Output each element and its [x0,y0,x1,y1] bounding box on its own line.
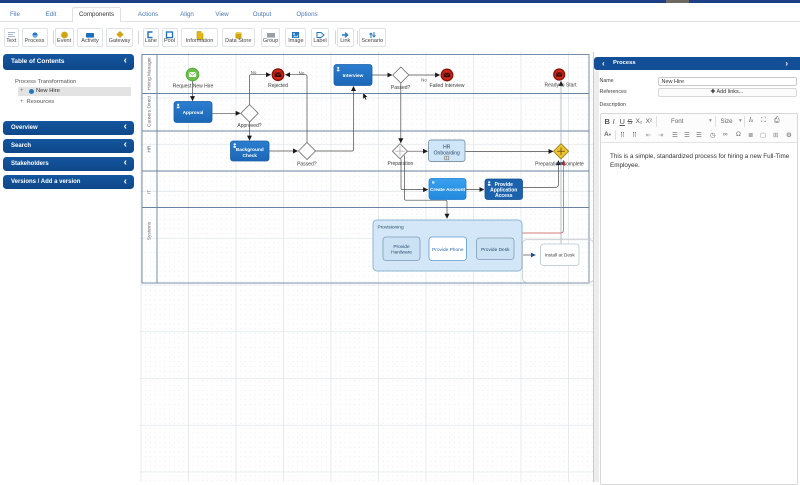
svg-text:Background: Background [236,147,264,153]
svg-text:Rejected: Rejected [268,83,288,89]
svg-text:Failed Interview: Failed Interview [429,83,464,89]
svg-text:No: No [421,78,427,83]
svg-text:HR: HR [147,145,153,152]
svg-text:Hiring Manager: Hiring Manager [147,57,153,90]
svg-text:Systems: Systems [147,221,153,240]
svg-text:Approved?: Approved? [237,123,261,129]
svg-text:Provide: Provide [393,244,410,250]
svg-text:No: No [251,70,257,75]
svg-text:Passed?: Passed? [391,85,411,91]
svg-text:Preparation: Preparation [387,161,413,167]
svg-text:Provide Phone: Provide Phone [432,247,464,253]
svg-text:Ready to Start: Ready to Start [545,83,578,89]
svg-text:IT: IT [147,190,153,194]
svg-text:Interview: Interview [343,73,364,79]
svg-text:Provide Desk: Provide Desk [481,247,510,253]
svg-text:Hardware: Hardware [391,250,412,256]
svg-text:Request New Hire: Request New Hire [173,84,214,90]
svg-text:Careers Direct: Careers Direct [147,95,153,127]
svg-text:Install at Desk: Install at Desk [545,253,576,259]
svg-text:Access: Access [495,193,513,199]
svg-text:Create Account: Create Account [430,187,466,193]
svg-text:No: No [299,70,305,75]
svg-text:Onboarding: Onboarding [434,151,460,157]
svg-text:Provisioning: Provisioning [378,225,404,231]
svg-text:Passed?: Passed? [297,162,317,168]
svg-text:Approval: Approval [183,110,204,116]
svg-text:Check: Check [243,153,258,159]
